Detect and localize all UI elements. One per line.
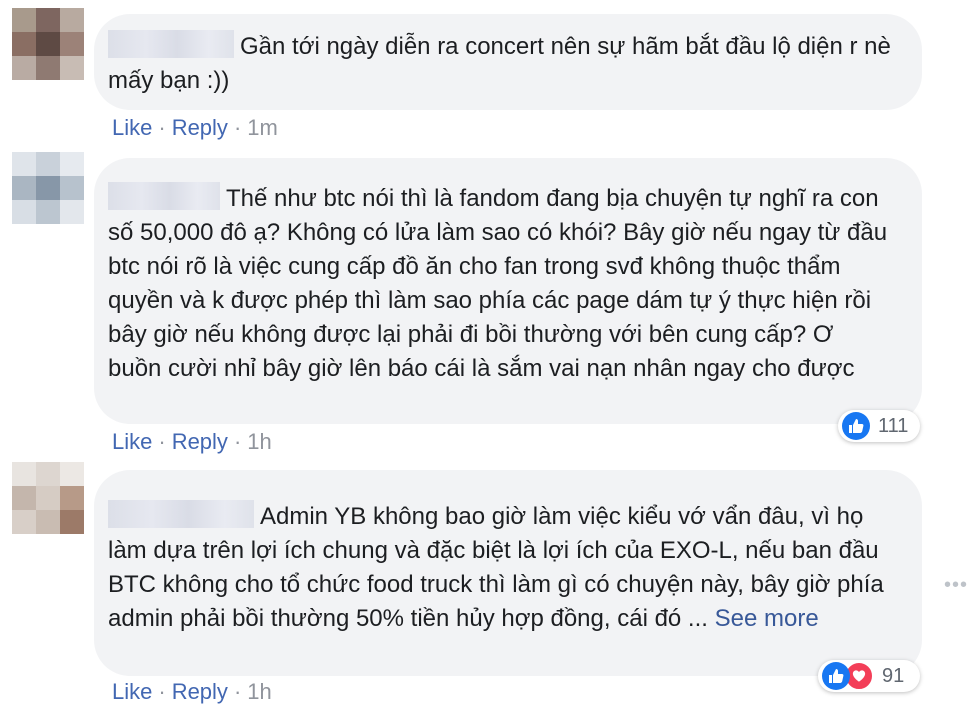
comment-time-1[interactable]: 1m <box>247 115 278 140</box>
commenter-name-blurred-2[interactable] <box>108 182 220 210</box>
reaction-count-3: 91 <box>882 664 905 687</box>
like-button-3[interactable]: Like <box>112 679 152 704</box>
more-options-icon[interactable]: ••• <box>944 574 968 597</box>
like-icon <box>822 662 850 690</box>
reaction-count-2: 111 <box>878 414 909 437</box>
like-icon <box>842 412 870 440</box>
comment-text-1: Gần tới ngày diễn ra concert nên sự hãm … <box>108 30 900 98</box>
commenter-avatar-3[interactable] <box>12 462 84 534</box>
comment-bubble-3: Admin YB không bao giờ làm việc kiểu vớ … <box>94 470 922 676</box>
comment-actions-3: Like · Reply · 1h <box>112 679 272 704</box>
reaction-summary-3[interactable]: 91 <box>818 660 920 692</box>
commenter-name-blurred-1[interactable] <box>108 30 234 58</box>
like-button-2[interactable]: Like <box>112 429 152 454</box>
reply-button-2[interactable]: Reply <box>172 429 228 454</box>
comment-actions-2: Like · Reply · 1h <box>112 429 272 454</box>
commenter-avatar-2[interactable] <box>12 152 84 224</box>
comment-time-3[interactable]: 1h <box>247 679 271 704</box>
reply-button-3[interactable]: Reply <box>172 679 228 704</box>
reaction-summary-2[interactable]: 111 <box>838 410 920 442</box>
comment-bubble-2: Thế như btc nói thì là fandom đang bịa c… <box>94 158 922 424</box>
comment-text-2: Thế như btc nói thì là fandom đang bịa c… <box>108 182 892 386</box>
commenter-name-blurred-3[interactable] <box>108 500 254 528</box>
comment-bubble-1: Gần tới ngày diễn ra concert nên sự hãm … <box>94 14 922 110</box>
see-more-link[interactable]: See more <box>715 605 819 632</box>
comment-time-2[interactable]: 1h <box>247 429 271 454</box>
comment-text-3: Admin YB không bao giờ làm việc kiểu vớ … <box>108 500 896 636</box>
comment-actions-1: Like · Reply · 1m <box>112 115 278 140</box>
commenter-avatar-1[interactable] <box>12 8 84 80</box>
like-button-1[interactable]: Like <box>112 115 152 140</box>
reply-button-1[interactable]: Reply <box>172 115 228 140</box>
